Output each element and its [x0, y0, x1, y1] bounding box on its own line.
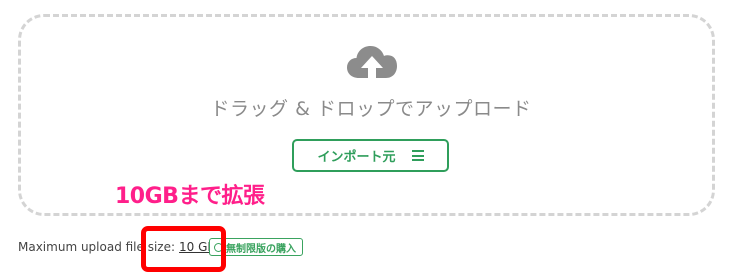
import-from-button[interactable]: インポート元 — [292, 139, 449, 172]
buy-unlimited-label: 無制限版の購入 — [226, 243, 296, 255]
upload-limit-label: Maximum upload file size: — [18, 240, 176, 254]
import-button-label: インポート元 — [317, 150, 396, 165]
upload-limit-info: Maximum upload file size: 10 GB — [18, 240, 216, 254]
buy-unlimited-button[interactable]: 無制限版の購入 — [209, 238, 303, 256]
cloud-upload-icon — [347, 46, 397, 82]
drop-instruction: ドラッグ & ドロップでアップロード — [210, 98, 532, 120]
annotation-label: 10GBまで拡張 — [115, 184, 265, 209]
hamburger-menu-icon — [411, 150, 424, 161]
upload-page: ドラッグ & ドロップでアップロード インポート元 10GBまで拡張 Maxim… — [0, 0, 742, 276]
circle-icon — [214, 242, 223, 252]
